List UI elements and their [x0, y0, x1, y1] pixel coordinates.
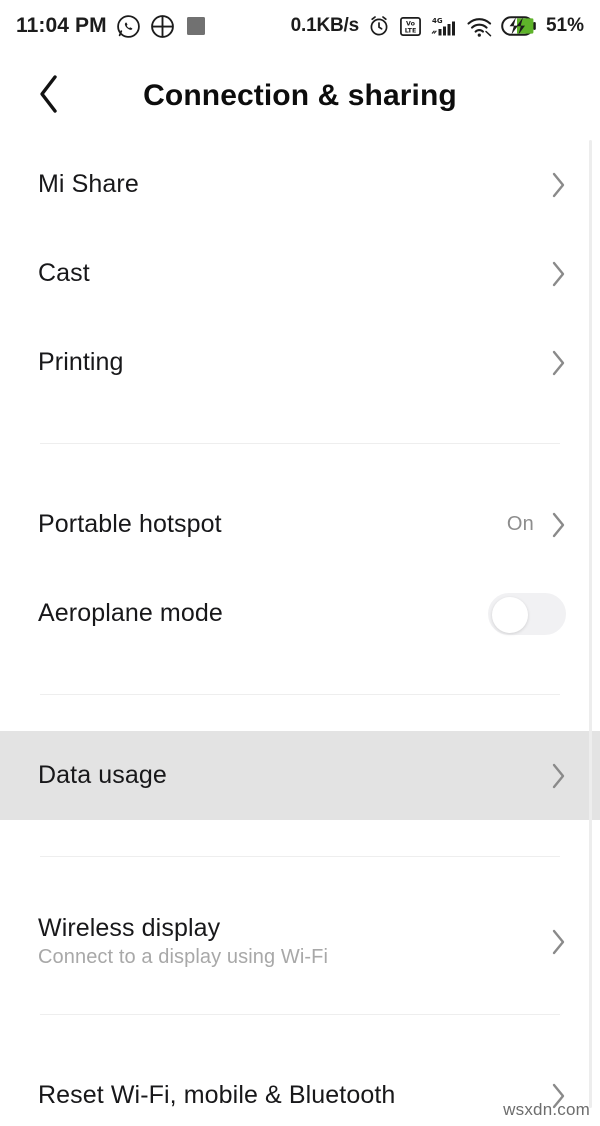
row-accessory	[550, 762, 566, 790]
row-texts: Mi Share	[38, 170, 550, 199]
list-item-label: Cast	[38, 259, 90, 288]
wifi-icon	[466, 15, 493, 38]
toggle-knob	[492, 596, 528, 633]
chevron-right-icon	[552, 929, 565, 954]
svg-text:LTE: LTE	[405, 27, 417, 34]
notification-square-icon	[184, 14, 208, 38]
app-header: Connection & sharing	[0, 52, 600, 140]
list-item-portable-hotspot[interactable]: Portable hotspot On	[0, 480, 600, 569]
row-texts: Cast	[38, 259, 550, 288]
signal-4g-icon: 4G	[430, 14, 458, 38]
list-item-label: Mi Share	[38, 170, 139, 199]
aeroplane-mode-toggle[interactable]	[488, 592, 566, 635]
group-gap	[0, 1015, 600, 1051]
group-gap	[0, 820, 600, 856]
status-bar: 11:04 PM 0.1KB/s Vo LTE 4G 51%	[0, 0, 600, 52]
group-gap	[0, 407, 600, 443]
row-accessory	[550, 171, 566, 199]
chevron-right-icon	[552, 763, 565, 788]
row-texts: Portable hotspot	[38, 510, 507, 539]
volte-icon: Vo LTE	[399, 15, 422, 38]
list-item-mi-share[interactable]: Mi Share	[0, 140, 600, 229]
settings-list: Mi Share Cast Printing Portable hotspot …	[0, 140, 600, 1126]
group-gap	[0, 658, 600, 694]
row-texts: Data usage	[38, 761, 550, 790]
list-item-label: Reset Wi-Fi, mobile & Bluetooth	[38, 1081, 396, 1110]
chevron-right-icon	[552, 350, 565, 375]
battery-charging-icon	[501, 15, 537, 37]
list-item-data-usage[interactable]: Data usage	[0, 731, 600, 820]
list-item-label: Wireless display	[38, 913, 221, 942]
watermark: wsxdn.com	[503, 1100, 590, 1119]
settings-screen: 11:04 PM 0.1KB/s Vo LTE 4G 51% Connectio…	[0, 0, 600, 1126]
list-item-wireless-display[interactable]: Wireless display Connect to a display us…	[0, 893, 600, 990]
chevron-right-icon	[552, 261, 565, 286]
status-bar-right: 0.1KB/s Vo LTE 4G 51%	[291, 14, 584, 38]
group-gap	[0, 695, 600, 731]
row-accessory: On	[507, 511, 566, 539]
list-item-value: On	[506, 513, 534, 535]
row-texts: Reset Wi-Fi, mobile & Bluetooth	[38, 1081, 550, 1110]
vertical-scrollbar[interactable]	[589, 140, 592, 1108]
list-item-label: Portable hotspot	[38, 510, 222, 539]
chevron-right-icon	[552, 172, 565, 197]
list-item-label: Printing	[38, 348, 124, 377]
group-gap	[0, 444, 600, 480]
status-bar-clock: 11:04 PM	[16, 14, 107, 37]
row-texts: Wireless display Connect to a display us…	[38, 914, 550, 970]
chevron-left-icon	[36, 72, 62, 121]
list-item-label: Aeroplane mode	[38, 599, 223, 628]
svg-text:Vo: Vo	[406, 20, 416, 27]
row-texts: Aeroplane mode	[38, 599, 488, 628]
row-texts: Printing	[38, 348, 550, 377]
alarm-clock-icon	[367, 14, 391, 38]
battery-percentage: 51%	[545, 15, 584, 36]
list-item-cast[interactable]: Cast	[0, 229, 600, 318]
group-gap	[0, 857, 600, 893]
list-item-label: Data usage	[38, 761, 167, 790]
row-accessory	[550, 260, 566, 288]
group-gap	[0, 990, 600, 1014]
page-title: Connection & sharing	[143, 79, 457, 112]
list-item-printing[interactable]: Printing	[0, 318, 600, 407]
list-item-subtitle: Connect to a display using Wi-Fi	[38, 946, 328, 969]
status-bar-left: 11:04 PM	[16, 14, 208, 39]
row-accessory	[488, 592, 566, 635]
row-accessory	[550, 928, 566, 956]
svg-text:4G: 4G	[432, 17, 443, 25]
whatsapp-icon	[116, 14, 141, 39]
list-item-aeroplane-mode[interactable]: Aeroplane mode	[0, 569, 600, 658]
app-circle-cross-icon	[150, 14, 175, 39]
chevron-right-icon	[552, 512, 565, 537]
back-button[interactable]	[18, 65, 80, 127]
network-speed-indicator: 0.1KB/s	[290, 15, 360, 36]
row-accessory	[550, 349, 566, 377]
